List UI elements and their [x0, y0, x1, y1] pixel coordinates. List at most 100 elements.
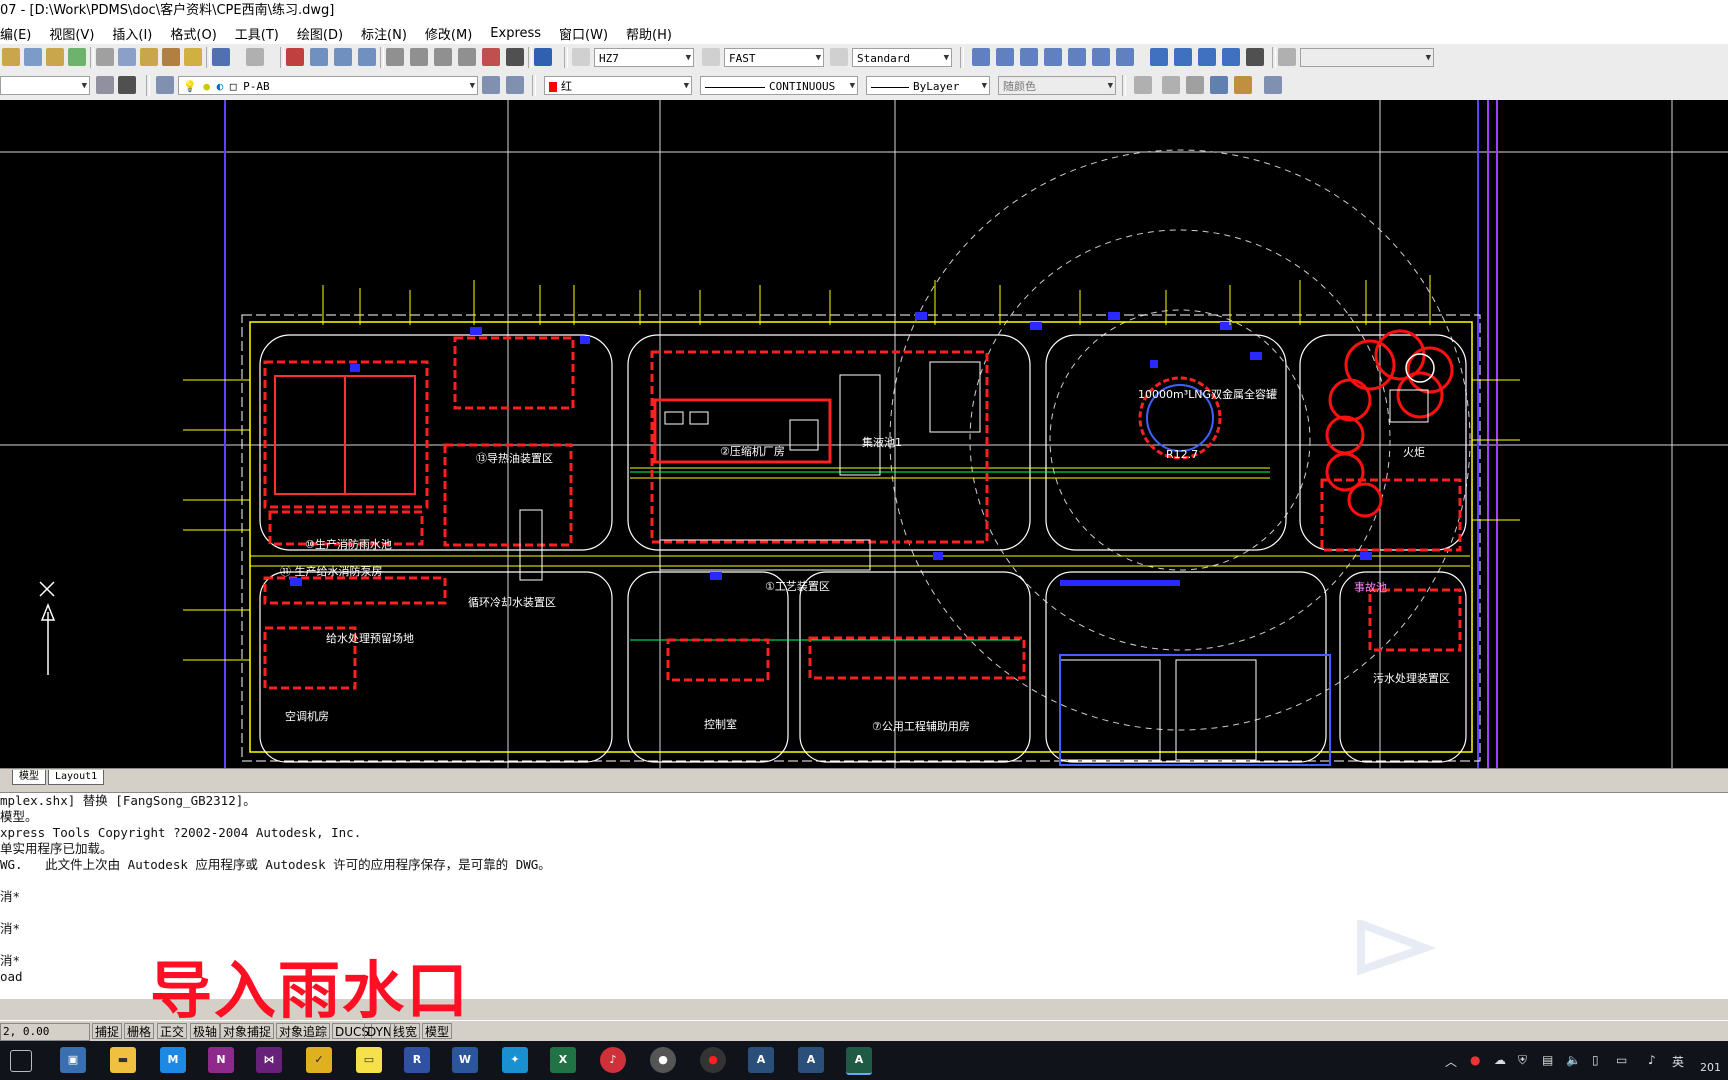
menu-help[interactable]: 帮助(H) — [626, 24, 682, 43]
design-center-icon[interactable] — [410, 48, 428, 66]
lineweight-select[interactable]: ByLayer ▼ — [866, 76, 990, 95]
undo-icon[interactable] — [212, 48, 230, 66]
folder-icon[interactable]: ▬ — [110, 1047, 136, 1073]
plot-icon[interactable] — [46, 48, 64, 66]
tray-record-icon[interactable]: ● — [1470, 1053, 1480, 1067]
norton-icon[interactable]: ✓ — [306, 1047, 332, 1073]
menu-format[interactable]: 格式(O) — [170, 24, 226, 43]
tray-volume-icon[interactable]: 🔈 — [1566, 1053, 1581, 1067]
menu-tools[interactable]: 工具(T) — [235, 24, 289, 43]
tray-chevron-icon[interactable]: ︿ — [1445, 1053, 1457, 1070]
grid-toggle[interactable]: 栅格 — [124, 1023, 155, 1039]
box-icon[interactable] — [1186, 76, 1204, 94]
tray-speaker-icon[interactable]: ♪ — [1648, 1053, 1656, 1067]
table-style-select[interactable]: Standard ▼ — [852, 48, 952, 67]
onenote-icon[interactable]: N — [208, 1047, 234, 1073]
menu-window[interactable]: 窗口(W) — [559, 24, 618, 43]
calculator-icon[interactable] — [506, 48, 524, 66]
view-front-icon[interactable] — [1068, 48, 1086, 66]
view-nw-iso-icon[interactable] — [1198, 48, 1216, 66]
layer-walk-icon[interactable] — [506, 76, 524, 94]
sphere-icon[interactable] — [1210, 76, 1228, 94]
tab-model[interactable]: 模型 — [12, 770, 46, 785]
hide-icon[interactable] — [1162, 76, 1180, 94]
tray-battery-icon[interactable]: ▯ — [1592, 1053, 1599, 1067]
view-right-icon[interactable] — [1044, 48, 1062, 66]
view-se-iso-icon[interactable] — [1150, 48, 1168, 66]
markup-icon[interactable] — [482, 48, 500, 66]
plotstyle-select[interactable]: 随颜色 ▼ — [998, 76, 1116, 95]
autocad-a-icon[interactable]: A — [748, 1047, 774, 1073]
clock[interactable]: 201 — [1700, 1061, 1721, 1074]
make-current-icon[interactable] — [482, 76, 500, 94]
render-icon[interactable] — [1234, 76, 1252, 94]
zoom-window-icon[interactable] — [334, 48, 352, 66]
view-top-icon[interactable] — [972, 48, 990, 66]
mail-icon[interactable]: M — [160, 1047, 186, 1073]
windows-task-view-icon[interactable] — [10, 1050, 32, 1072]
publish-icon[interactable] — [68, 48, 86, 66]
color-select[interactable]: 红 ▼ — [544, 76, 692, 95]
workspace-select[interactable]: ▼ — [0, 76, 90, 95]
ime-indicator[interactable]: 英 — [1672, 1053, 1684, 1070]
properties-icon[interactable] — [386, 48, 404, 66]
zoom-previous-icon[interactable] — [358, 48, 376, 66]
ortho-toggle[interactable]: 正交 — [157, 1023, 188, 1039]
autocad-icon[interactable]: A — [846, 1047, 872, 1075]
layer-manager-icon[interactable] — [96, 76, 114, 94]
visual-studio-icon[interactable]: ⋈ — [256, 1047, 282, 1073]
menu-modify[interactable]: 修改(M) — [425, 24, 482, 43]
view-back-icon[interactable] — [1092, 48, 1110, 66]
tray-network-icon[interactable]: ▤ — [1542, 1053, 1553, 1067]
snap-toggle[interactable]: 捕捉 — [92, 1023, 123, 1039]
polar-toggle[interactable]: 极轴 — [190, 1023, 221, 1039]
explorer-icon[interactable]: ▣ — [60, 1047, 86, 1073]
region-icon[interactable] — [1134, 76, 1152, 94]
otrack-toggle[interactable]: 对象追踪 — [276, 1023, 331, 1039]
ucs-select[interactable]: ▼ — [1300, 48, 1434, 67]
tool-palettes-icon[interactable] — [434, 48, 452, 66]
camera-icon[interactable] — [1222, 48, 1240, 66]
pdms-icon[interactable]: ✦ — [502, 1047, 528, 1073]
layer-properties-icon[interactable] — [156, 76, 174, 94]
match-prop-icon[interactable] — [162, 48, 180, 66]
autocad-b-icon[interactable]: A — [798, 1047, 824, 1073]
menu-view[interactable]: 视图(V) — [49, 24, 104, 43]
tray-shield-icon[interactable]: ⛨ — [1518, 1053, 1527, 1068]
open-icon[interactable] — [2, 48, 20, 66]
revit-icon[interactable]: R — [404, 1047, 430, 1073]
dim-style-select[interactable]: FAST ▼ — [724, 48, 824, 67]
drawing-canvas[interactable]: ⑩生产消防雨水池 ⑪ 生产给水消防泵房 ⑬导热油装置区 循环冷却水装置区 ②压缩… — [0, 100, 1728, 768]
menu-insert[interactable]: 插入(I) — [112, 24, 162, 43]
view-left-icon[interactable] — [1020, 48, 1038, 66]
sticky-notes-icon[interactable]: ▭ — [356, 1047, 382, 1073]
sheet-set-icon[interactable] — [458, 48, 476, 66]
osnap-toggle[interactable]: 对象捕捉 — [220, 1023, 275, 1039]
text-style-select[interactable]: HZ7 ▼ — [594, 48, 694, 67]
help-icon[interactable] — [534, 48, 552, 66]
lineweight-toggle[interactable]: 线宽 — [390, 1023, 421, 1039]
paste-icon[interactable] — [140, 48, 158, 66]
pan-icon[interactable] — [286, 48, 304, 66]
zoom-realtime-icon[interactable] — [310, 48, 328, 66]
block-editor-icon[interactable] — [184, 48, 202, 66]
model-toggle[interactable]: 模型 — [422, 1023, 453, 1039]
tab-layout1[interactable]: Layout1 — [48, 770, 105, 785]
materials-icon[interactable] — [1264, 76, 1282, 94]
view-sw-iso-icon[interactable] — [1116, 48, 1134, 66]
netease-music-icon[interactable]: ♪ — [600, 1047, 626, 1073]
word-icon[interactable]: W — [452, 1047, 478, 1073]
linetype-select[interactable]: CONTINUOUS ▼ — [700, 76, 858, 95]
menu-dimension[interactable]: 标注(N) — [361, 24, 417, 43]
menu-express[interactable]: Express — [490, 26, 551, 41]
named-views-icon[interactable] — [1246, 48, 1264, 66]
layer-select[interactable]: 💡 ● ◐ □ P-AB ▼ — [178, 76, 478, 95]
view-ne-iso-icon[interactable] — [1174, 48, 1192, 66]
ucs-icon[interactable] — [1278, 48, 1296, 66]
copy-icon[interactable] — [118, 48, 136, 66]
menu-draw[interactable]: 绘图(D) — [297, 24, 353, 43]
menu-edit[interactable]: 编(E) — [0, 24, 41, 43]
view-bottom-icon[interactable] — [996, 48, 1014, 66]
save-icon[interactable] — [24, 48, 42, 66]
excel-icon[interactable]: X — [550, 1047, 576, 1073]
